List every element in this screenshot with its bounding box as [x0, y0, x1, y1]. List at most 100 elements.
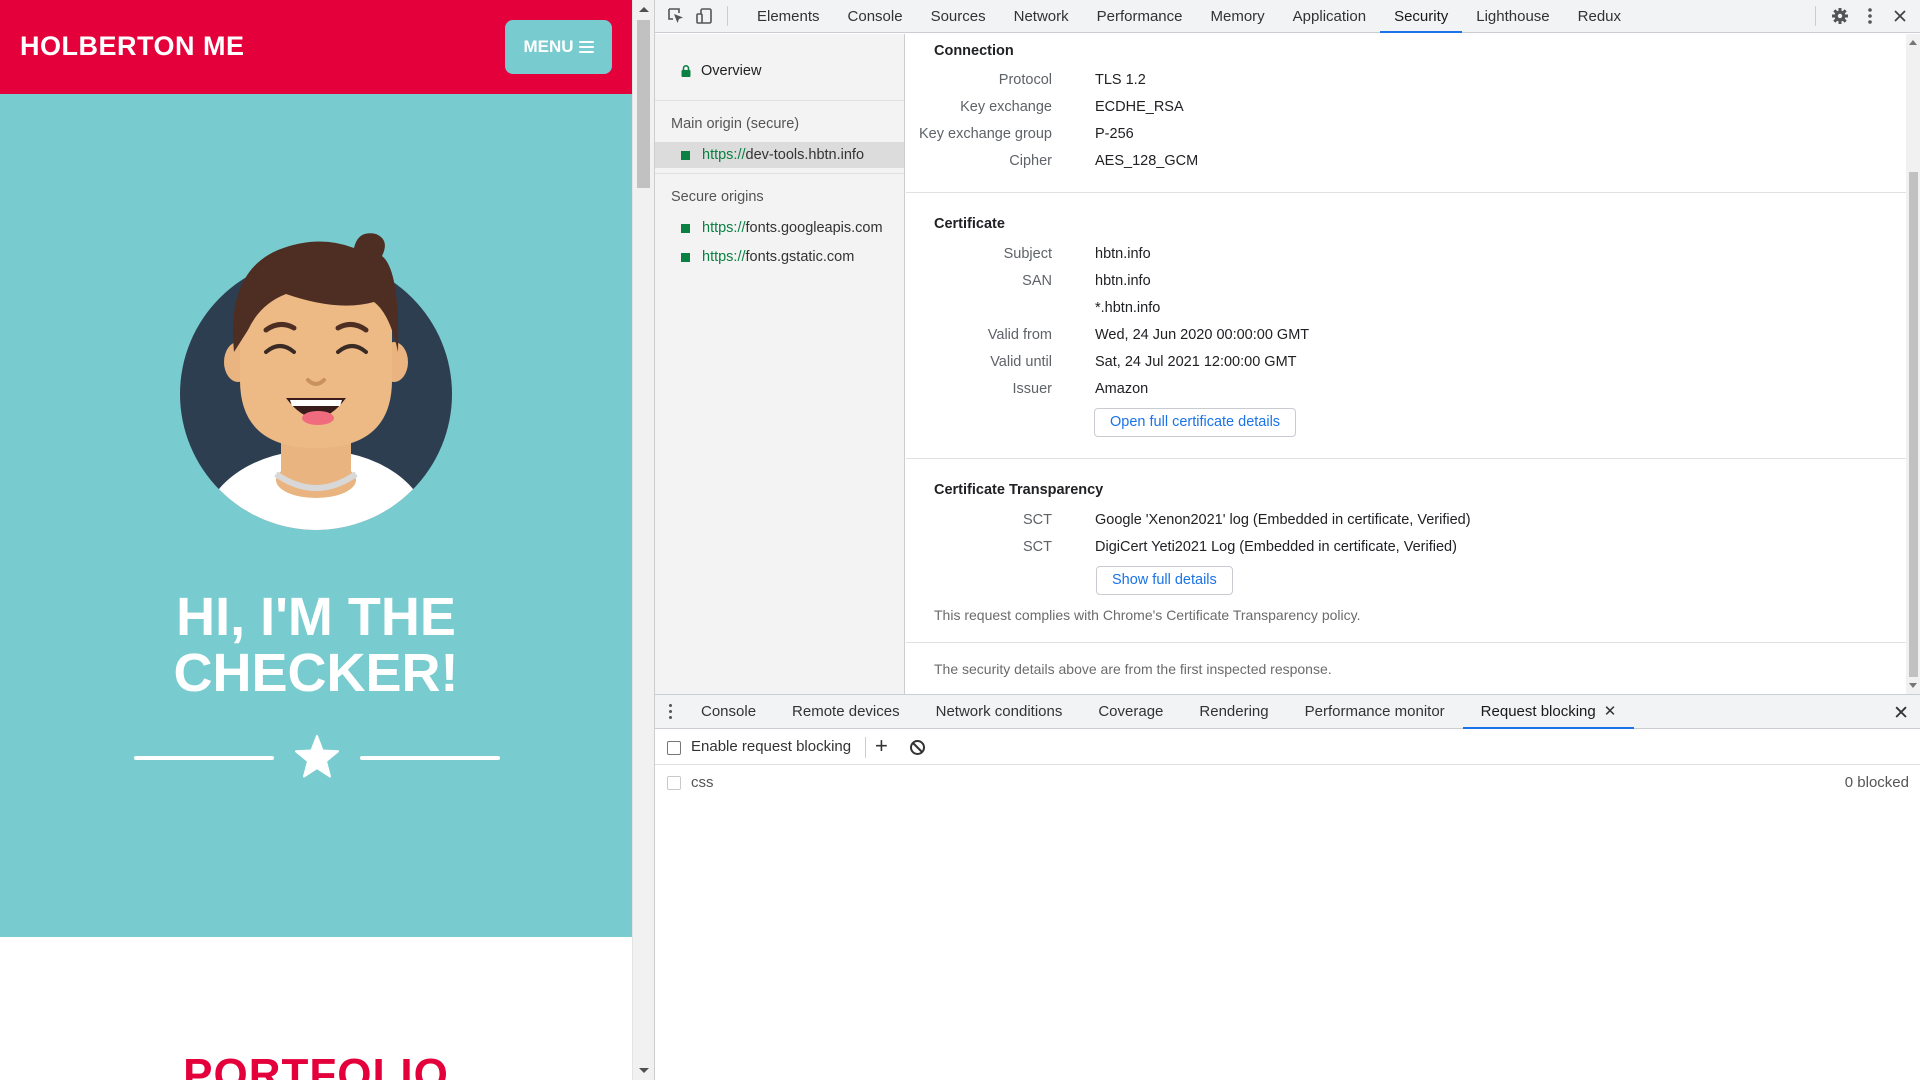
drawer-tab-rendering[interactable]: Rendering: [1181, 695, 1286, 729]
close-drawer-icon[interactable]: ✕: [1893, 702, 1909, 725]
tab-lighthouse[interactable]: Lighthouse: [1462, 0, 1563, 33]
row-key: Key exchange group: [918, 126, 1052, 142]
star-icon: [295, 735, 339, 778]
site-logo[interactable]: HOLBERTON ME: [20, 31, 245, 62]
sidebar-item-overview[interactable]: Overview: [655, 58, 904, 84]
hamburger-icon: [578, 38, 594, 56]
sct-row: SCT Google 'Xenon2021' log (Embedded in c…: [906, 512, 1806, 534]
row-value: Wed, 24 Jun 2020 00:00:00 GMT: [1095, 327, 1310, 343]
origin-scheme: https://: [702, 249, 746, 265]
scroll-down-arrow-icon[interactable]: [639, 1068, 649, 1073]
drawer-tab-remote-devices[interactable]: Remote devices: [774, 695, 918, 729]
drawer-tab-network-conditions[interactable]: Network conditions: [918, 695, 1081, 729]
scroll-up-arrow-icon[interactable]: [639, 7, 649, 12]
add-pattern-icon[interactable]: +: [875, 733, 888, 759]
sidebar-item-main-origin[interactable]: https://dev-tools.hbtn.info: [655, 142, 904, 168]
menu-button[interactable]: MENU: [505, 20, 612, 74]
avatar-illustration: [180, 233, 452, 530]
toolbar-separator: [727, 6, 728, 26]
origin-host: dev-tools.hbtn.info: [745, 147, 865, 163]
tab-sources[interactable]: Sources: [917, 0, 1000, 33]
hero-title-line-1: HI, I'M THE: [176, 587, 456, 647]
page-scrollbar[interactable]: [632, 0, 654, 1080]
row-value: ECDHE_RSA: [1095, 99, 1184, 115]
sidebar-divider: [655, 173, 904, 174]
page-preview: HOLBERTON ME MENU HI, I'M THE CHECKER! P…: [0, 0, 632, 1080]
row-value: AES_128_GCM: [1095, 153, 1199, 169]
block-icon[interactable]: [909, 739, 926, 756]
row-key: Cipher: [1009, 153, 1052, 169]
row-key: SCT: [1023, 512, 1052, 528]
tab-network[interactable]: Network: [1000, 0, 1083, 33]
certificate-title: Certificate: [934, 216, 1005, 232]
pattern-row[interactable]: css 0 blocked: [655, 766, 1920, 798]
row-value: hbtn.info: [1095, 246, 1151, 262]
origin-host: fonts.gstatic.com: [745, 249, 855, 265]
tab-redux[interactable]: Redux: [1564, 0, 1635, 33]
scroll-down-arrow-icon[interactable]: [1909, 683, 1917, 688]
drawer-tab-request-blocking[interactable]: Request blocking ✕: [1462, 695, 1635, 729]
close-devtools-icon[interactable]: [1889, 5, 1911, 27]
certificate-row: Issuer Amazon: [906, 381, 1806, 403]
row-key: Valid from: [987, 327, 1052, 343]
details-scrollbar[interactable]: [1906, 34, 1920, 694]
tab-console[interactable]: Console: [834, 0, 917, 33]
enable-request-blocking-checkbox[interactable]: [667, 741, 681, 755]
open-certificate-details-button[interactable]: Open full certificate details: [1094, 408, 1297, 437]
star-divider: [134, 734, 500, 782]
secure-status-icon: [681, 150, 690, 160]
sidebar-divider: [655, 100, 904, 101]
enable-request-blocking-label[interactable]: Enable request blocking: [691, 738, 851, 755]
drawer-menu-icon[interactable]: [669, 704, 673, 722]
connection-row: Key exchange ECDHE_RSA: [906, 99, 1806, 121]
main-origin-heading: Main origin (secure): [671, 116, 800, 132]
inspect-element-icon[interactable]: [665, 5, 687, 27]
section-divider: [906, 192, 1906, 193]
request-blocking-toolbar: Enable request blocking +: [655, 730, 1920, 765]
tab-performance[interactable]: Performance: [1083, 0, 1197, 33]
origin-host: fonts.googleapis.com: [745, 220, 883, 236]
origin-scheme: https://: [702, 147, 746, 163]
row-key: Issuer: [1012, 381, 1053, 397]
tab-security[interactable]: Security: [1380, 0, 1463, 33]
certificate-row: Subject hbtn.info: [906, 246, 1806, 268]
devtools-panel: Elements Console Sources Network Perform…: [654, 0, 1920, 1080]
lock-icon: [681, 65, 691, 77]
row-key: Key exchange: [960, 99, 1052, 115]
device-toolbar-icon[interactable]: [693, 5, 715, 27]
scroll-up-arrow-icon[interactable]: [1909, 40, 1917, 45]
sidebar-item-secure-origin[interactable]: https://fonts.gstatic.com: [655, 244, 904, 270]
certificate-row: Valid from Wed, 24 Jun 2020 00:00:00 GMT: [906, 327, 1806, 349]
secure-status-icon: [681, 223, 690, 233]
certificate-row: Valid until Sat, 24 Jul 2021 12:00:00 GMT: [906, 354, 1806, 376]
drawer-tab-performance-monitor[interactable]: Performance monitor: [1287, 695, 1463, 729]
toolbar-separator: [865, 737, 866, 758]
row-key: SCT: [1023, 539, 1052, 555]
close-tab-icon[interactable]: ✕: [1604, 703, 1617, 720]
connection-row: Key exchange group P-256: [906, 126, 1806, 148]
tab-memory[interactable]: Memory: [1197, 0, 1279, 33]
tab-application[interactable]: Application: [1279, 0, 1380, 33]
certificate-row: SAN hbtn.info: [906, 273, 1806, 295]
blocked-patterns-list: css 0 blocked: [655, 766, 1920, 1080]
hero-title: HI, I'M THE CHECKER!: [0, 589, 632, 701]
pattern-checkbox[interactable]: [667, 776, 681, 790]
hero-title-line-2: CHECKER!: [173, 643, 459, 703]
more-options-icon[interactable]: [1859, 5, 1881, 27]
show-full-details-button[interactable]: Show full details: [1096, 566, 1233, 595]
divider-line-left: [134, 756, 274, 760]
row-value: hbtn.info: [1095, 273, 1151, 289]
drawer-tab-console[interactable]: Console: [683, 695, 774, 729]
scrollbar-thumb[interactable]: [637, 20, 650, 188]
tab-elements[interactable]: Elements: [743, 0, 834, 33]
security-sidebar: Overview Main origin (secure) https://de…: [655, 34, 905, 694]
certificate-row: *.hbtn.info: [906, 300, 1806, 322]
site-header: HOLBERTON ME MENU: [0, 0, 632, 94]
pattern-text: css: [691, 774, 714, 791]
drawer-tab-coverage[interactable]: Coverage: [1080, 695, 1181, 729]
scrollbar-thumb[interactable]: [1909, 172, 1918, 677]
settings-gear-icon[interactable]: [1829, 5, 1851, 27]
row-value: TLS 1.2: [1095, 72, 1146, 88]
drawer-tabs: Console Remote devices Network condition…: [683, 695, 1635, 729]
sidebar-item-secure-origin[interactable]: https://fonts.googleapis.com: [655, 215, 904, 241]
